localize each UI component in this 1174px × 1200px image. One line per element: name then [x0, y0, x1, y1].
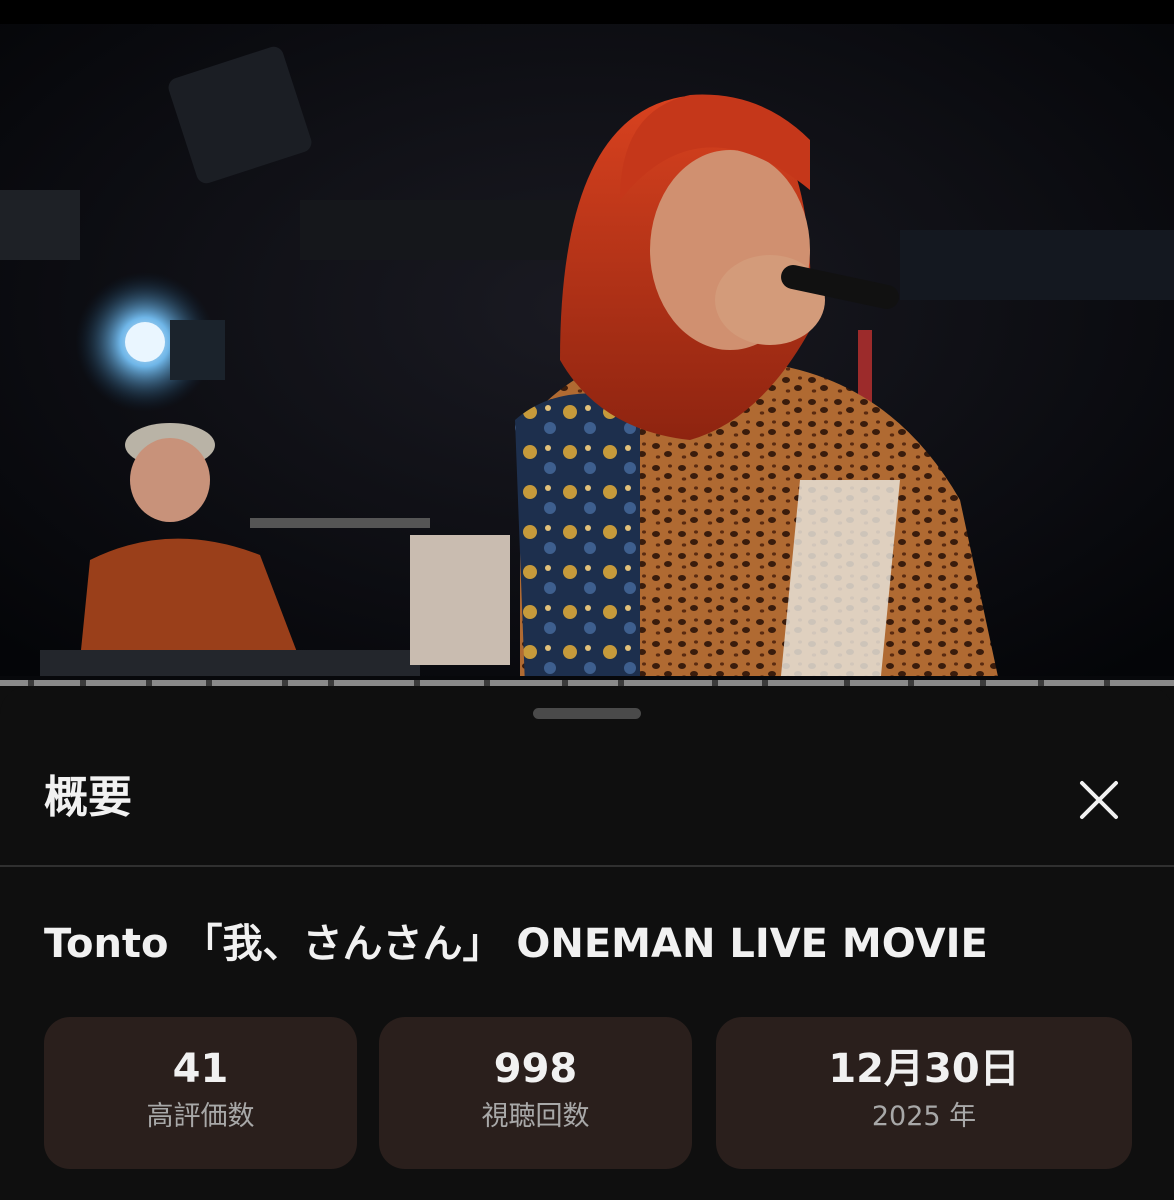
views-stat-card: 998 視聴回数 — [379, 1017, 692, 1169]
divider — [0, 865, 1174, 867]
publish-year: 2025 年 — [871, 1101, 977, 1132]
close-button[interactable] — [1070, 776, 1128, 824]
video-title: Tonto 「我、さんさん」 ONEMAN LIVE MOVIE — [44, 921, 988, 967]
close-icon — [1080, 781, 1118, 819]
likes-count: 41 — [172, 1046, 229, 1092]
sheet-title: 概要 — [44, 772, 132, 823]
video-frame-image — [0, 0, 1174, 686]
publish-date: 12月30日 — [828, 1046, 1020, 1092]
date-stat-card: 12月30日 2025 年 — [716, 1017, 1132, 1169]
views-label: 視聴回数 — [481, 1101, 590, 1132]
likes-label: 高評価数 — [146, 1101, 255, 1132]
description-sheet: 概要 Tonto 「我、さんさん」 ONEMAN LIVE MOVIE 41 高… — [0, 686, 1174, 1200]
likes-stat-card: 41 高評価数 — [44, 1017, 357, 1169]
drag-handle[interactable] — [533, 708, 641, 719]
video-player[interactable] — [0, 0, 1174, 686]
views-count: 998 — [493, 1046, 578, 1092]
